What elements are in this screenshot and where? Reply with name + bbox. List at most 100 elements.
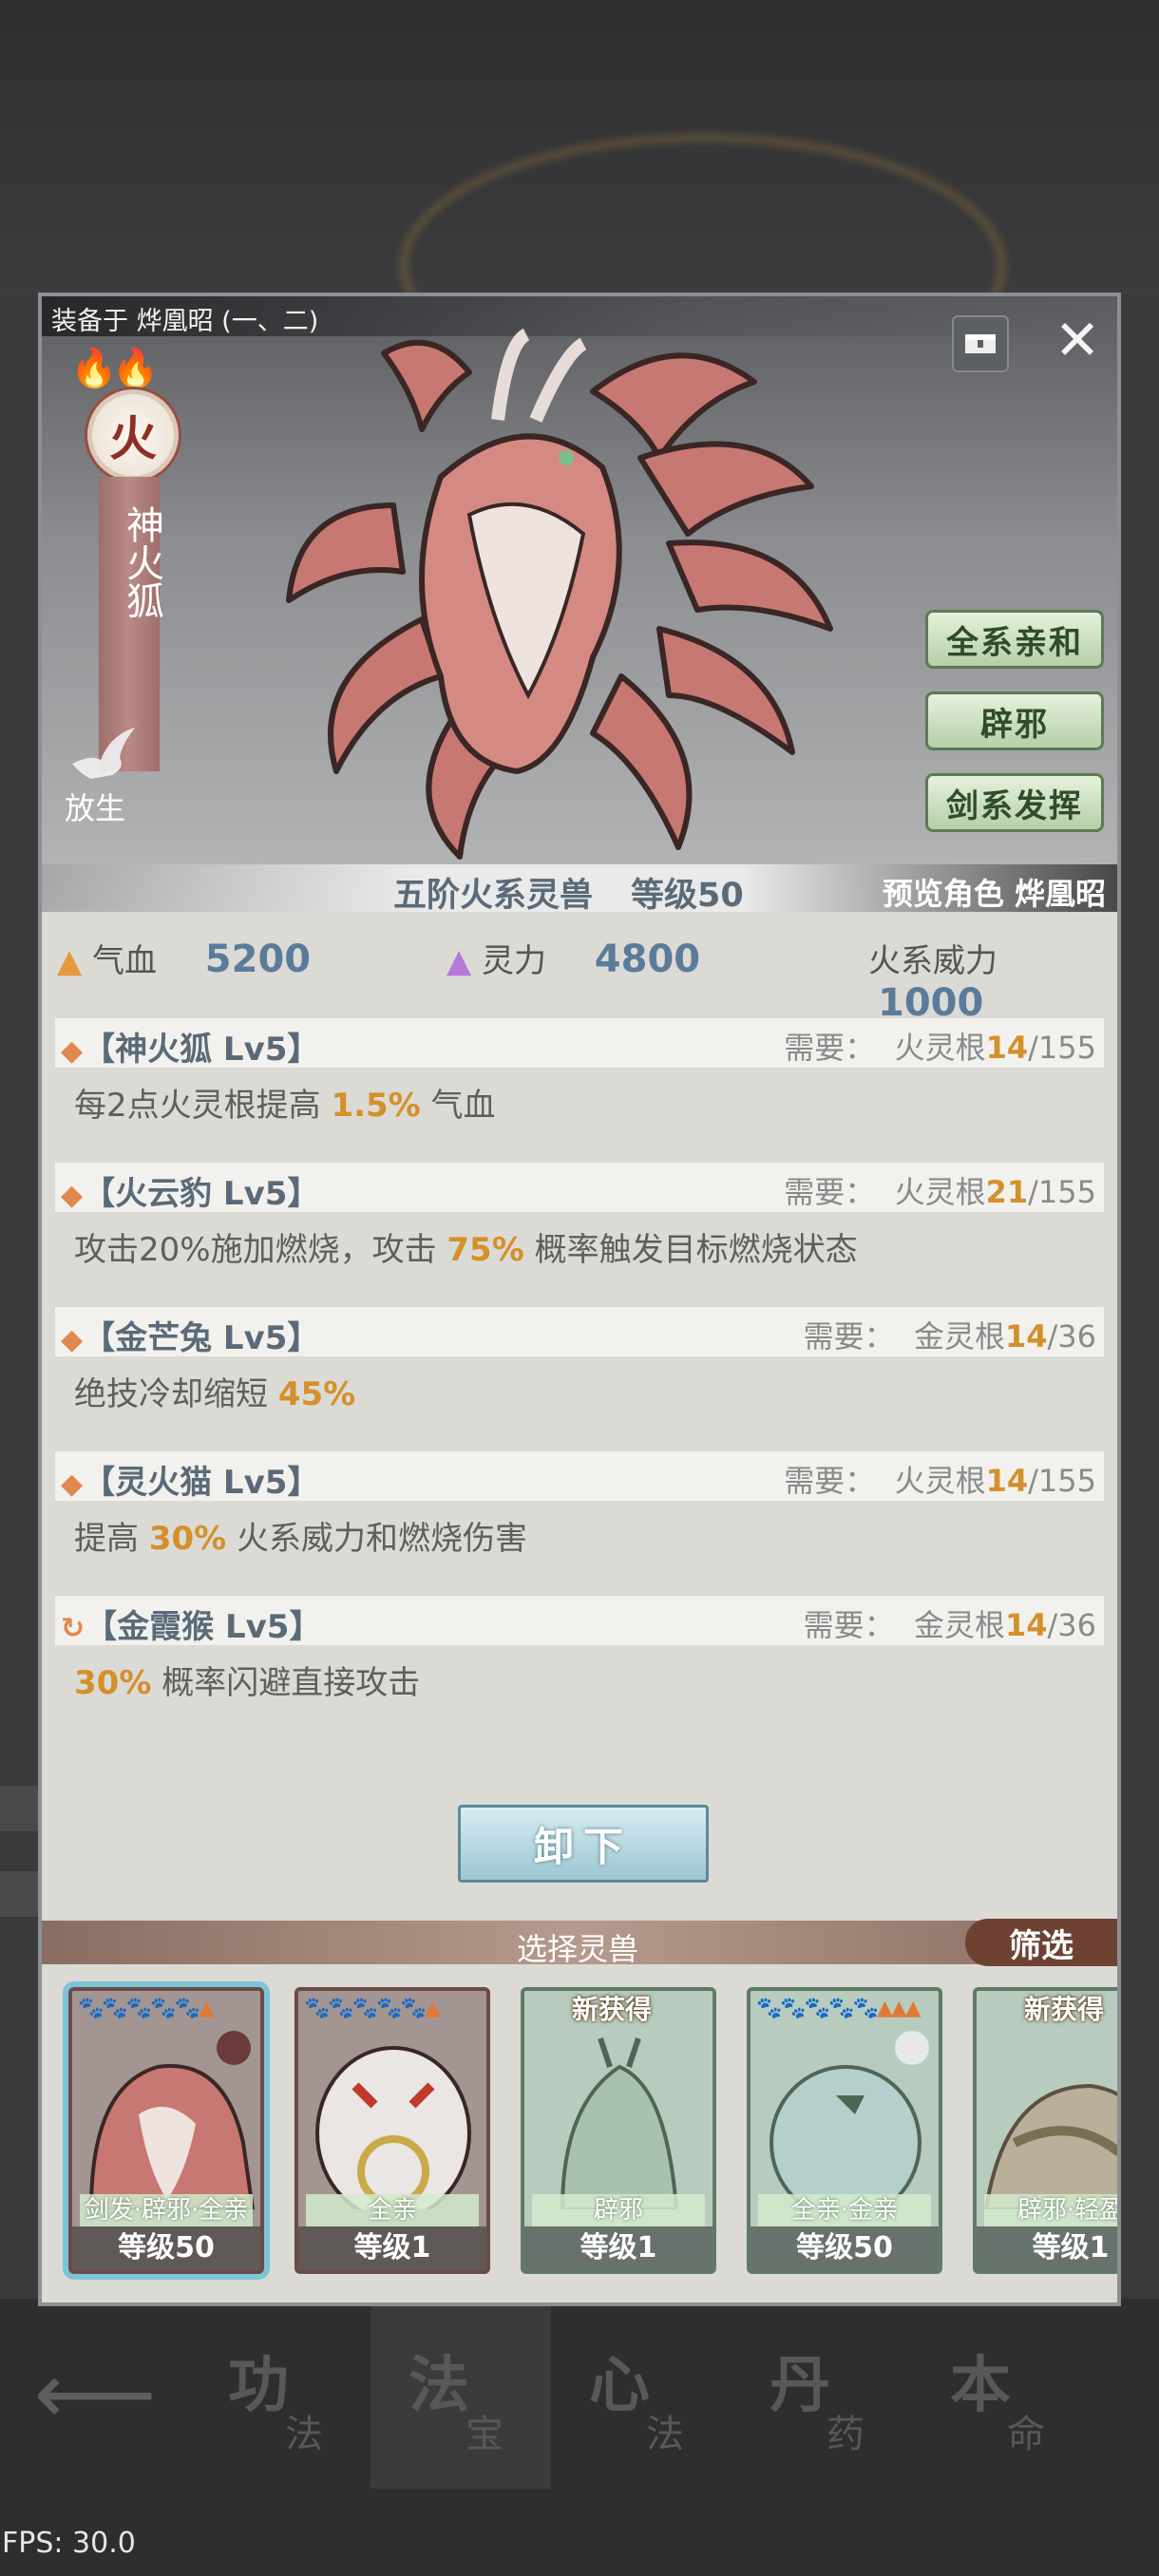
- req-label: 需要：: [784, 1463, 876, 1499]
- req-label: 需要：: [784, 1174, 876, 1210]
- skill-description: 攻击20%施加燃烧，攻击 75% 概率触发目标燃烧状态: [74, 1223, 858, 1270]
- tiger-portrait: [315, 2046, 471, 2209]
- paw-rating-icon: 🐾🐾🐾🐾🐾▲: [304, 1997, 441, 2020]
- card-level: 等级1: [298, 2226, 486, 2270]
- desc-highlight: 30%: [148, 1520, 227, 1558]
- nav-item-benming[interactable]: 本 命: [912, 2299, 1092, 2489]
- new-badge: 新获得: [572, 1994, 653, 2025]
- skill-header: ◆【神火狐 Lv5】 需要： 火灵根14/155: [55, 1018, 1104, 1070]
- req-root: 火灵根: [894, 1174, 986, 1210]
- skill-requirement: 需要： 火灵根21/155: [784, 1168, 1096, 1212]
- skill-description: 每2点火灵根提高 1.5% 气血: [74, 1079, 496, 1126]
- skill-description: 绝技冷却缩短 45%: [74, 1368, 355, 1414]
- select-beast-bar: 选择灵兽 筛选: [42, 1919, 1117, 1967]
- req-max: /155: [1028, 1463, 1096, 1499]
- card-tags: 全亲·金亲: [758, 2194, 931, 2226]
- beast-card[interactable]: 新获得 辟邪 等级1: [521, 1987, 716, 2274]
- background-strip: [0, 1786, 42, 1831]
- arrow-left-icon[interactable]: ⟵: [0, 2299, 190, 2489]
- desc-text: 概率触发目标燃烧状态: [523, 1231, 858, 1269]
- desc-text: 概率闪避直接攻击: [151, 1664, 421, 1702]
- req-max: /36: [1047, 1607, 1097, 1643]
- skill-requirement: 需要： 火灵根14/155: [784, 1457, 1096, 1501]
- refresh-icon: ↻: [61, 1612, 86, 1645]
- req-current: 14: [1004, 1318, 1048, 1354]
- stat-fire-power: 火系威力 1000: [868, 935, 1117, 1025]
- desc-highlight: 1.5%: [331, 1087, 421, 1125]
- nav-item-fabao[interactable]: 法 宝: [370, 2299, 551, 2489]
- card-tags: 辟邪·轻盈: [984, 2194, 1117, 2226]
- bird-portrait: [770, 2031, 929, 2209]
- skill-requirement: 需要： 金灵根14/36: [804, 1313, 1096, 1356]
- stat-value: 4800: [594, 938, 701, 981]
- triangle-up-icon: ▲: [446, 942, 472, 980]
- desc-text: 提高: [74, 1520, 149, 1558]
- card-level: 等级50: [72, 2226, 260, 2270]
- fire-fox-illustration: [286, 328, 833, 860]
- nav-item-gongfa[interactable]: 功 法: [190, 2299, 370, 2489]
- rank-info: 五阶火系灵兽 等级50: [393, 868, 782, 917]
- nav-item-small: 宝: [466, 2413, 504, 2456]
- preview-character[interactable]: 预览角色 烨凰昭: [883, 870, 1106, 914]
- unequip-button[interactable]: 卸下: [458, 1805, 709, 1883]
- skill-title: 【金芒兔 Lv5】: [83, 1319, 320, 1357]
- desc-text: 火系威力和燃烧伤害: [226, 1520, 528, 1558]
- skill-header: ↻【金霞猴 Lv5】 需要： 金灵根14/36: [55, 1596, 1104, 1646]
- skill-entry: ◆【灵火猫 Lv5】 需要： 火灵根14/155 提高 30% 火系威力和燃烧伤…: [55, 1451, 1104, 1558]
- desc-highlight: 30%: [74, 1664, 152, 1702]
- release-button[interactable]: 放生: [65, 785, 125, 828]
- fps-counter: FPS: 30.0: [2, 2527, 136, 2560]
- diamond-icon: ◆: [61, 1179, 84, 1212]
- skill-name: ◆【神火狐 Lv5】: [61, 1023, 319, 1070]
- skill-name: ◆【灵火猫 Lv5】: [61, 1456, 319, 1503]
- card-level: 等级50: [750, 2226, 939, 2270]
- skill-description: 提高 30% 火系威力和燃烧伤害: [74, 1512, 527, 1559]
- beast-card[interactable]: 🐾🐾🐾🐾🐾▲ 剑发·辟邪·全亲 等级50: [68, 1987, 264, 2274]
- beast-rank: 五阶火系灵兽: [393, 877, 594, 915]
- new-badge: 新获得: [1024, 1994, 1105, 2025]
- card-level: 等级1: [977, 2226, 1117, 2270]
- close-icon[interactable]: ✕: [1051, 308, 1104, 372]
- req-max: /155: [1028, 1030, 1096, 1066]
- req-current: 14: [1004, 1607, 1048, 1643]
- dove-icon[interactable]: [63, 726, 139, 786]
- skill-header: ◆【金芒兔 Lv5】 需要： 金灵根14/36: [55, 1307, 1104, 1358]
- beast-card[interactable]: 新获得 辟邪·轻盈 等级1: [973, 1987, 1117, 2274]
- trait-button-all-affinity[interactable]: 全系亲和: [925, 610, 1104, 669]
- trait-button-sword[interactable]: 剑系发挥: [925, 773, 1104, 832]
- req-current: 14: [985, 1463, 1029, 1499]
- desc-highlight: 75%: [446, 1231, 524, 1269]
- skill-title: 【金霞猴 Lv5】: [85, 1608, 322, 1646]
- card-level: 等级1: [524, 2226, 712, 2270]
- stat-label: 灵力: [481, 942, 546, 980]
- horse-portrait: [560, 2037, 679, 2209]
- skill-name: ◆【金芒兔 Lv5】: [61, 1312, 319, 1358]
- serpent-portrait: [983, 2083, 1117, 2209]
- filter-button[interactable]: 筛选: [965, 1919, 1117, 1966]
- stat-spirit: ▲ 灵力 4800: [446, 935, 700, 981]
- beast-card[interactable]: 🐾🐾🐾🐾🐾▲ 全亲 等级1: [294, 1987, 490, 2274]
- desc-text: 攻击20%施加燃烧，攻击: [74, 1231, 447, 1269]
- background-strip: [0, 1871, 42, 1917]
- nav-item-danyao[interactable]: 丹 药: [732, 2299, 912, 2489]
- req-label: 需要：: [803, 1607, 895, 1643]
- trait-button-ward-evil[interactable]: 辟邪: [925, 691, 1104, 750]
- stat-label: 气血: [91, 942, 157, 980]
- stats-row: ▲ 气血 5200 ▲ 灵力 4800 火系威力 1000: [42, 927, 1117, 1025]
- info-box-icon[interactable]: [952, 315, 1009, 372]
- card-tags: 剑发·辟邪·全亲: [80, 2194, 253, 2226]
- diamond-icon: ◆: [61, 1034, 84, 1068]
- nav-item-xinfa[interactable]: 心 法: [551, 2299, 732, 2489]
- req-label: 需要：: [803, 1318, 895, 1354]
- beast-hero-area: 装备于 烨凰昭 (一、二) ✕ 🔥🔥 火 神火狐 放生 全系亲和 辟邪 剑系发挥…: [42, 296, 1117, 915]
- nav-item-big: 心: [589, 2351, 650, 2421]
- beast-card[interactable]: 🐾🐾🐾🐾🐾▲▲▲ 全亲·金亲 等级50: [747, 1987, 942, 2274]
- flame-icon: 🔥🔥: [70, 347, 160, 390]
- req-root: 火灵根: [894, 1463, 986, 1499]
- diamond-icon: ◆: [61, 1323, 84, 1356]
- nav-item-big: 丹: [770, 2351, 830, 2421]
- stat-hp: ▲ 气血 5200: [57, 935, 311, 981]
- nav-item-small: 命: [1007, 2413, 1045, 2456]
- paw-rating-icon: 🐾🐾🐾🐾🐾▲: [78, 1997, 215, 2020]
- skill-entry: ◆【神火狐 Lv5】 需要： 火灵根14/155 每2点火灵根提高 1.5% 气…: [55, 1018, 1104, 1125]
